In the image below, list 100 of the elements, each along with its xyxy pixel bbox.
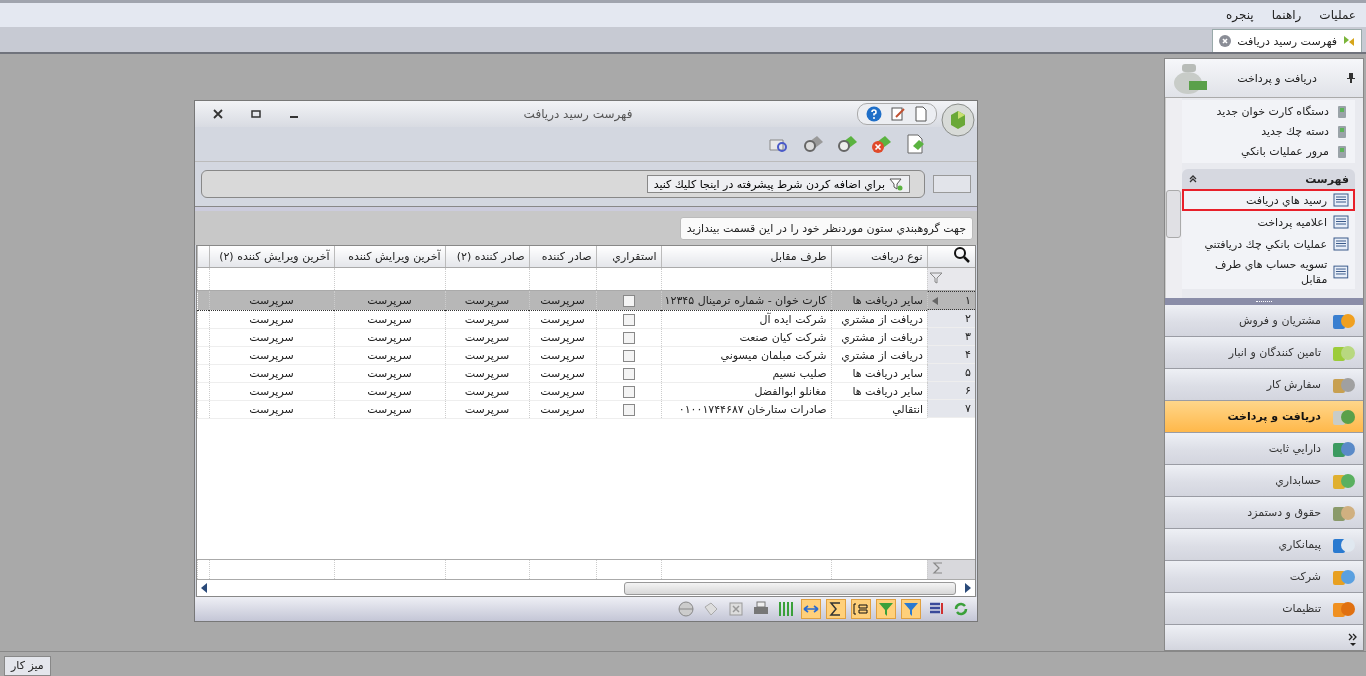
- table-cell: مغانلو ابوالفضل: [661, 382, 831, 400]
- nav-item[interactable]: حقوق و دستمزد: [1165, 497, 1363, 529]
- rows-icon: [928, 601, 944, 617]
- menu-item[interactable]: پنجره: [1226, 8, 1254, 22]
- row-number: ۵: [965, 366, 971, 379]
- filter-cell[interactable]: [445, 267, 529, 291]
- document-tab[interactable]: فهرست رسید دریافت: [1212, 29, 1362, 52]
- filter-cell[interactable]: [831, 267, 927, 291]
- pin-icon[interactable]: [1345, 72, 1357, 84]
- column-header[interactable]: نوع دريافت: [831, 246, 927, 268]
- table-cell: سرپرست: [529, 400, 596, 418]
- new-document-icon[interactable]: [914, 106, 928, 122]
- nav-item[interactable]: تنظيمات: [1165, 593, 1363, 625]
- checkbox[interactable]: [622, 403, 635, 416]
- table-cell: سرپرست: [209, 328, 334, 346]
- menu-item[interactable]: عملیات: [1319, 8, 1356, 22]
- column-header[interactable]: طرف مقابل: [661, 246, 831, 268]
- column-header[interactable]: آخرين ويرايش کننده (۲): [209, 246, 334, 268]
- sum-tool[interactable]: [826, 599, 846, 619]
- checkbox[interactable]: [622, 313, 635, 326]
- row-number: ۲: [965, 312, 971, 325]
- table-cell: سرپرست: [445, 364, 529, 382]
- table-cell: سرپرست: [334, 346, 445, 364]
- checkbox[interactable]: [622, 349, 635, 362]
- checkbox[interactable]: [622, 367, 635, 380]
- help-icon[interactable]: [866, 106, 882, 122]
- filter-tool[interactable]: [901, 599, 921, 619]
- nav-item[interactable]: شرکت: [1165, 561, 1363, 593]
- list-icon: [1333, 265, 1349, 279]
- filter-cell[interactable]: [209, 267, 334, 291]
- advanced-filter-button[interactable]: براي اضافه کردن شرط پيشرفته در اينجا کليك کنيد: [646, 175, 910, 193]
- table-cell: ساير دريافت ها: [831, 364, 927, 382]
- search-icon[interactable]: [953, 246, 971, 264]
- columns-tool[interactable]: [776, 599, 796, 619]
- nav-item[interactable]: پيمانکاري: [1165, 529, 1363, 561]
- group-hint: جهت گروهبندي ستون موردنظر خود را در اين قسمت بيندازيد: [679, 216, 973, 240]
- table-cell: سرپرست: [529, 328, 596, 346]
- nav-item[interactable]: سفارش کار: [1165, 369, 1363, 401]
- row-number: ۳: [965, 330, 971, 343]
- scroll-right-arrow-icon[interactable]: [964, 583, 972, 593]
- column-header[interactable]: صادر کننده: [529, 246, 596, 268]
- filter-icon[interactable]: [928, 271, 943, 284]
- list-icon: [1333, 193, 1349, 207]
- list-item[interactable]: رسيد هاي دريافت: [1182, 189, 1355, 211]
- table-cell: ساير دريافت ها: [831, 382, 927, 400]
- list-item[interactable]: عمليات بانکي چك دريافتني: [1182, 233, 1355, 255]
- close-icon[interactable]: [213, 109, 223, 119]
- maximize-icon[interactable]: [251, 109, 261, 119]
- list-item[interactable]: تسويه حساب هاي طرف مقابل: [1182, 255, 1355, 289]
- app-logo-icon[interactable]: [941, 103, 975, 140]
- table-cell: سرپرست: [334, 400, 445, 418]
- edit-icon[interactable]: [890, 106, 906, 122]
- row-pointer-icon: [932, 296, 938, 305]
- list-item[interactable]: اعلاميه پرداخت: [1182, 211, 1355, 233]
- checkbox[interactable]: [622, 385, 635, 398]
- taskbar-tab[interactable]: میز کار: [4, 656, 51, 676]
- nav-item[interactable]: حسابداري: [1165, 465, 1363, 497]
- checkbox[interactable]: [622, 294, 635, 307]
- column-header[interactable]: صادر کننده (۲): [445, 246, 529, 268]
- table-cell: ساير دريافت ها: [831, 290, 927, 310]
- list-icon: [1333, 215, 1349, 229]
- nav-item[interactable]: دارايي ثابت: [1165, 433, 1363, 465]
- table-cell: سرپرست: [334, 364, 445, 382]
- nav-item[interactable]: مشتريان و فروش: [1165, 305, 1363, 337]
- table-cell: سرپرست: [445, 310, 529, 328]
- row-number: ۴: [965, 348, 971, 361]
- chevron-icon[interactable]: [1347, 632, 1359, 646]
- task-link[interactable]: دستگاه کارت خوان جديد: [1188, 102, 1349, 121]
- fit-tool[interactable]: [801, 599, 821, 619]
- filter-cell[interactable]: [529, 267, 596, 291]
- filter-cell[interactable]: [334, 267, 445, 291]
- table-cell: دريافت از مشتري: [831, 346, 927, 364]
- filter-icon: [889, 177, 903, 191]
- table-cell: سرپرست: [445, 400, 529, 418]
- menu-item[interactable]: راهنما: [1271, 8, 1302, 22]
- sidebar-title: دريافت و پرداخت: [1236, 71, 1318, 85]
- table-cell: کارت خوان - شماره ترمينال ۱۲۳۴۵: [661, 290, 831, 310]
- table-cell: سرپرست: [334, 310, 445, 328]
- group-icon: [853, 601, 869, 617]
- table-cell: شرکت مبلمان ميسوني: [661, 346, 831, 364]
- table-cell: سرپرست: [529, 364, 596, 382]
- section-header[interactable]: فهرست: [1182, 169, 1355, 189]
- group-tool[interactable]: [851, 599, 871, 619]
- scrollbar[interactable]: [1165, 98, 1182, 298]
- nav-item[interactable]: دريافت و پرداخت: [1165, 401, 1363, 433]
- scroll-left-arrow-icon[interactable]: [200, 583, 208, 593]
- column-header[interactable]: استقراري: [596, 246, 661, 268]
- filter-cell[interactable]: [596, 267, 661, 291]
- task-link[interactable]: دسته چك جديد: [1188, 122, 1349, 141]
- table-cell: انتقالي: [831, 400, 927, 418]
- checkbox[interactable]: [622, 331, 635, 344]
- search-icon-cell[interactable]: [927, 246, 975, 268]
- task-link[interactable]: مرور عمليات بانکي: [1188, 142, 1349, 161]
- filter-cell[interactable]: [661, 267, 831, 291]
- input-field[interactable]: [933, 175, 971, 193]
- table-cell: سرپرست: [334, 290, 445, 310]
- column-header[interactable]: آخرين ويرايش کننده: [334, 246, 445, 268]
- task-icon: [1335, 144, 1349, 159]
- nav-item[interactable]: تامين کنندگان و انبار: [1165, 337, 1363, 369]
- horizontal-scrollbar[interactable]: [197, 579, 975, 596]
